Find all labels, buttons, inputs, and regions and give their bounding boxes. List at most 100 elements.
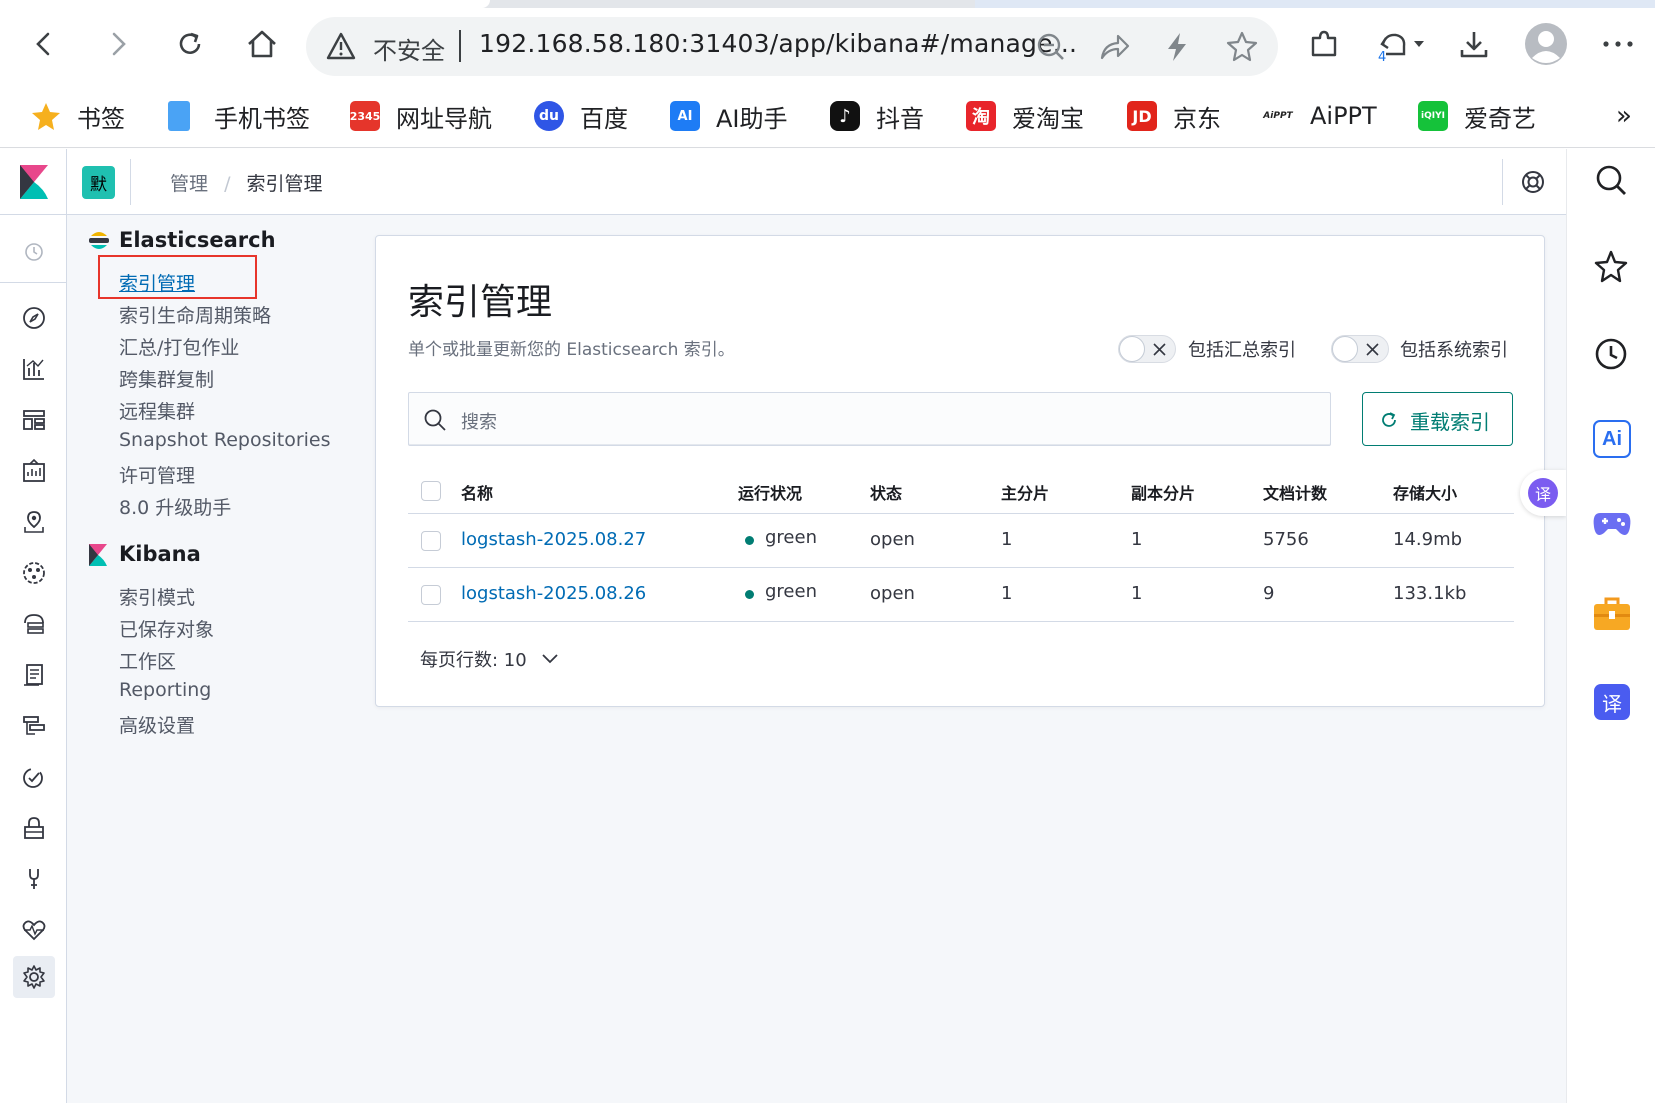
bookmark-label: 抖音 [876,104,924,133]
index-name-link[interactable]: logstash-2025.08.26 [461,583,646,604]
row-checkbox[interactable] [421,585,441,605]
sidebar-item-upgrade-assistant[interactable]: 8.0 升级助手 [119,493,231,520]
extensions-button[interactable] [1302,22,1346,66]
toggle-knob [1332,336,1358,362]
rows-per-page-button[interactable]: 每页行数: 10 [420,646,559,672]
system-toggle[interactable] [1331,335,1389,363]
bookmark-jd[interactable]: JD 京东 [1127,96,1221,136]
address-bar[interactable]: 不安全 192.168.58.180:31403/app/kibana#/man… [306,17,1278,76]
column-header-primary[interactable]: 主分片 [1001,480,1049,504]
visualize-chart-icon[interactable] [21,356,47,382]
space-avatar[interactable]: 默 [82,166,115,199]
menu-button[interactable] [1596,22,1640,66]
bookmark-baidu[interactable]: du 百度 [534,96,628,136]
address-divider [459,30,461,62]
bookmark-nav[interactable]: 2345 网址导航 [350,96,492,136]
sidebar-item-rollup-jobs[interactable]: 汇总/打包作业 [119,333,239,360]
history-clock-icon[interactable] [1594,337,1628,371]
download-button[interactable] [1452,22,1496,66]
system-toggle-label[interactable]: 包括系统索引 [1400,336,1508,362]
uptime-icon[interactable] [21,764,47,790]
floating-translate-button[interactable]: 译 [1520,470,1566,516]
column-header-health[interactable]: 运行状况 [738,480,802,504]
bookmark-aippt[interactable]: AiPPT AiPPT [1262,96,1376,136]
table-row: logstash-2025.08.26 green open 1 1 9 133… [408,568,1514,622]
sidebar-item-remote-clusters[interactable]: 远程集群 [119,397,195,424]
search-icon [424,409,446,431]
refresh-icon [1382,412,1396,427]
column-header-storage-size[interactable]: 存储大小 [1393,480,1457,504]
bookmark-iqiyi[interactable]: iQIYI 爱奇艺 [1418,96,1536,136]
profile-button[interactable] [1522,20,1570,68]
column-header-status[interactable]: 状态 [870,480,902,504]
health-dot-icon [745,590,754,599]
sidebar-item-reporting[interactable]: Reporting [119,679,211,701]
header-divider [1502,159,1503,205]
bookmark-label: 手机书签 [214,104,310,133]
history-button[interactable]: 4 [1372,22,1432,66]
maps-icon[interactable] [21,509,47,535]
help-lifebuoy-icon[interactable] [1521,170,1545,194]
sidebar-item-ccr[interactable]: 跨集群复制 [119,365,214,392]
sidebar-item-index-management[interactable]: 索引管理 [119,269,195,296]
bookmark-ai-assistant[interactable]: AI AI助手 [670,96,788,136]
bookmark-shuqian[interactable]: 书签 [31,96,125,136]
translate-icon: 译 [1528,478,1558,508]
reload-indices-label: 重载索引 [1410,410,1490,434]
share-icon[interactable] [1098,32,1130,62]
zoom-out-icon[interactable] [1036,32,1066,62]
dev-tools-icon[interactable] [21,866,47,892]
search-input[interactable]: 搜索 [408,392,1331,446]
breadcrumb-management[interactable]: 管理 [170,173,208,195]
apm-icon[interactable] [21,713,47,739]
kibana-logo-button[interactable] [0,149,67,215]
ai-icon[interactable]: Ai [1593,420,1631,458]
lightning-icon[interactable] [1164,31,1190,63]
sidebar-item-snapshot-repositories[interactable]: Snapshot Repositories [119,429,331,451]
discover-compass-icon[interactable] [21,305,47,331]
bookmark-label: AI助手 [716,104,788,133]
infrastructure-icon[interactable] [21,611,47,637]
bookmark-taobao[interactable]: 淘 爱淘宝 [966,96,1084,136]
sidebar-item-index-patterns[interactable]: 索引模式 [119,583,195,610]
column-header-docs-count[interactable]: 文档计数 [1263,480,1327,504]
logs-icon[interactable] [21,662,47,688]
row-checkbox[interactable] [421,531,441,551]
bookmark-label: 网址导航 [396,104,492,133]
rollup-toggle-label[interactable]: 包括汇总索引 [1188,336,1296,362]
rollup-toggle[interactable] [1118,335,1176,363]
douyin-icon: ♪ [830,101,860,131]
reload-button[interactable] [168,22,212,66]
reload-indices-button[interactable]: 重载索引 [1362,392,1513,446]
forward-button[interactable] [96,22,140,66]
url-text[interactable]: 192.168.58.180:31403/app/kibana#/manage.… [479,29,1077,58]
siem-icon[interactable] [21,815,47,841]
column-header-replicas[interactable]: 副本分片 [1131,480,1195,504]
home-button[interactable] [240,22,284,66]
bookmark-mobile[interactable]: 手机书签 [168,96,310,136]
toolbox-icon[interactable] [1592,596,1632,632]
management-nav-item[interactable] [13,956,55,998]
translate-tool-icon[interactable]: 译 [1594,684,1630,720]
column-header-name[interactable]: 名称 [461,480,493,504]
monitoring-heartbeat-icon[interactable] [21,917,47,943]
recent-clock-icon[interactable] [21,239,47,265]
canvas-icon[interactable] [21,458,47,484]
bookmarks-more-button[interactable]: » [1616,96,1632,136]
index-name-link[interactable]: logstash-2025.08.27 [461,529,646,550]
sidebar-item-spaces[interactable]: 工作区 [119,647,176,674]
search-icon[interactable] [1594,163,1628,197]
toggle-knob [1119,336,1145,362]
ml-icon[interactable] [21,560,47,586]
back-button[interactable] [22,22,66,66]
sidebar-item-ilm-policies[interactable]: 索引生命周期策略 [119,301,271,328]
sidebar-item-advanced-settings[interactable]: 高级设置 [119,711,195,738]
sidebar-item-saved-objects[interactable]: 已保存对象 [119,615,214,642]
select-all-checkbox[interactable] [421,481,441,501]
dashboard-icon[interactable] [21,407,47,433]
favorites-star-icon[interactable] [1593,249,1629,283]
bookmark-douyin[interactable]: ♪ 抖音 [830,96,924,136]
game-controller-icon[interactable] [1592,509,1632,539]
sidebar-item-license-management[interactable]: 许可管理 [119,461,195,488]
bookmark-star-icon[interactable] [1226,30,1258,62]
